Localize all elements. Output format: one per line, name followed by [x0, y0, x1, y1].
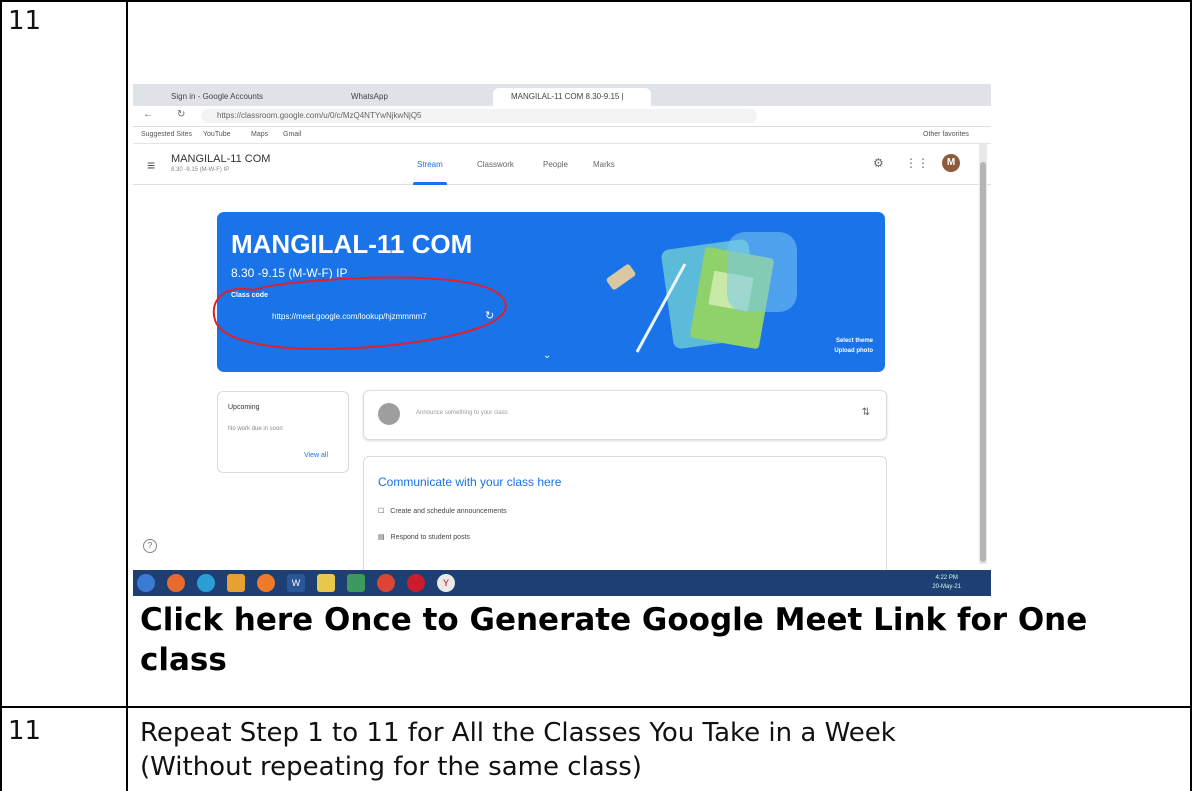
word-icon[interactable]: W	[287, 574, 305, 592]
table-border-left	[0, 0, 2, 791]
step-number-2: 11	[8, 716, 42, 746]
opera-icon[interactable]	[407, 574, 425, 592]
taskbar-time: 4:22 PM	[935, 575, 958, 581]
step-instruction: Repeat Step 1 to 11 for All the Classes …	[140, 716, 896, 784]
table-row-divider	[0, 706, 1192, 708]
media-icon[interactable]	[257, 574, 275, 592]
yandex-icon[interactable]: Y	[437, 574, 455, 592]
table-border-top	[0, 0, 1192, 2]
folder-icon[interactable]	[317, 574, 335, 592]
classroom-screenshot: Sign in - Google Accounts WhatsApp MANGI…	[133, 84, 991, 596]
step-caption: Click here Once to Generate Google Meet …	[140, 602, 1088, 678]
app-icon[interactable]	[227, 574, 245, 592]
taskbar-clock[interactable]: 4:22 PM 20-May-21	[932, 574, 961, 592]
annotation-circle	[212, 276, 507, 350]
step-instruction-line-1: Repeat Step 1 to 11 for All the Classes …	[140, 718, 896, 748]
start-icon[interactable]	[137, 574, 155, 592]
chrome-icon[interactable]	[377, 574, 395, 592]
photos-icon[interactable]	[347, 574, 365, 592]
step-instruction-line-2: (Without repeating for the same class)	[140, 752, 642, 782]
edge-icon[interactable]	[197, 574, 215, 592]
table-column-divider	[126, 0, 128, 791]
step-number-1: 11	[8, 6, 42, 36]
windows-taskbar: W Y 4:22 PM 20-May-21	[133, 570, 991, 596]
taskbar-date: 20-May-21	[932, 584, 961, 590]
firefox-icon[interactable]	[167, 574, 185, 592]
